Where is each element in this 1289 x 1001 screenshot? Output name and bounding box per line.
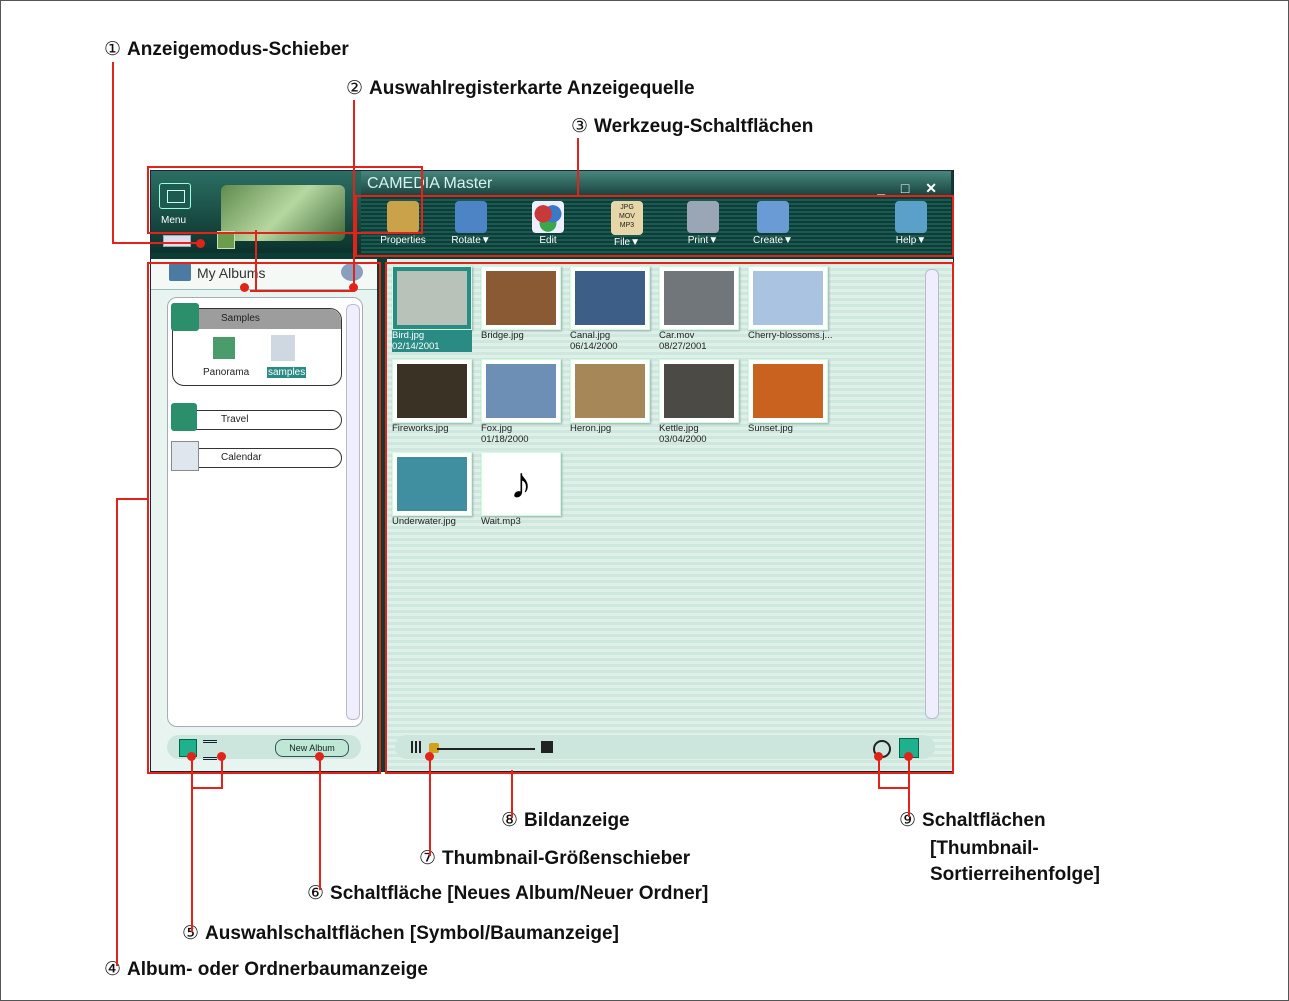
callout-2: ② Auswahlregisterkarte Anzeigequelle bbox=[346, 78, 695, 99]
title-bar: CAMEDIA Master _ □ ✕ bbox=[361, 171, 951, 197]
callout-7-leader bbox=[429, 760, 431, 856]
callout-3-leader bbox=[577, 138, 579, 196]
display-mode-slider[interactable] bbox=[163, 235, 191, 247]
callout-9-leader-down bbox=[908, 787, 910, 817]
callout-4-leader-h bbox=[116, 498, 148, 500]
callout-8-leader bbox=[511, 770, 513, 818]
callout-4: ④ Album- oder Ordnerbaumanzeige bbox=[104, 959, 428, 980]
callout-3: ③ Werkzeug-Schaltflächen bbox=[571, 116, 814, 137]
callout-5: ⑤ Auswahlschaltflächen [Symbol/Baumanzeig… bbox=[182, 923, 619, 944]
callout-1: ① Anzeigemodus-Schieber bbox=[104, 39, 349, 60]
callout-9-line2: [Thumbnail- bbox=[930, 838, 1039, 859]
callout-6: ⑥ Schaltfläche [Neues Album/Neuer Ordner] bbox=[307, 883, 709, 904]
callout-9-leader-a bbox=[878, 760, 880, 788]
callout-6-dot bbox=[315, 752, 324, 761]
callout-8: ⑧ Bildanzeige bbox=[501, 810, 630, 831]
callout-6-leader bbox=[319, 760, 321, 890]
callout-1-dot bbox=[196, 239, 205, 248]
callout-4-box bbox=[147, 262, 381, 774]
callout-9-line3: Sortierreihenfolge] bbox=[930, 864, 1100, 885]
callout-9-dot-a bbox=[874, 752, 883, 761]
callout-5-dot-a bbox=[187, 752, 196, 761]
callout-8-box bbox=[385, 262, 954, 774]
callout-5-leader bbox=[191, 760, 193, 932]
callout-3-box bbox=[355, 195, 954, 257]
callout-2-leader bbox=[353, 100, 355, 288]
callout-5-dot-b bbox=[217, 752, 226, 761]
callout-5-leader-h bbox=[191, 787, 223, 789]
callout-9: ⑨ Schaltflächen bbox=[899, 810, 1046, 831]
callout-1-leader bbox=[112, 62, 114, 244]
callout-4-leader bbox=[116, 498, 118, 966]
callout-5-leader-b bbox=[221, 760, 223, 788]
callout-9-dot-b bbox=[904, 752, 913, 761]
callout-7: ⑦ Thumbnail-Größenschieber bbox=[419, 848, 691, 869]
callout-9-leader-b bbox=[908, 760, 910, 788]
callout-9-leader-h bbox=[878, 787, 910, 789]
callout-1-leader-h bbox=[112, 242, 200, 244]
